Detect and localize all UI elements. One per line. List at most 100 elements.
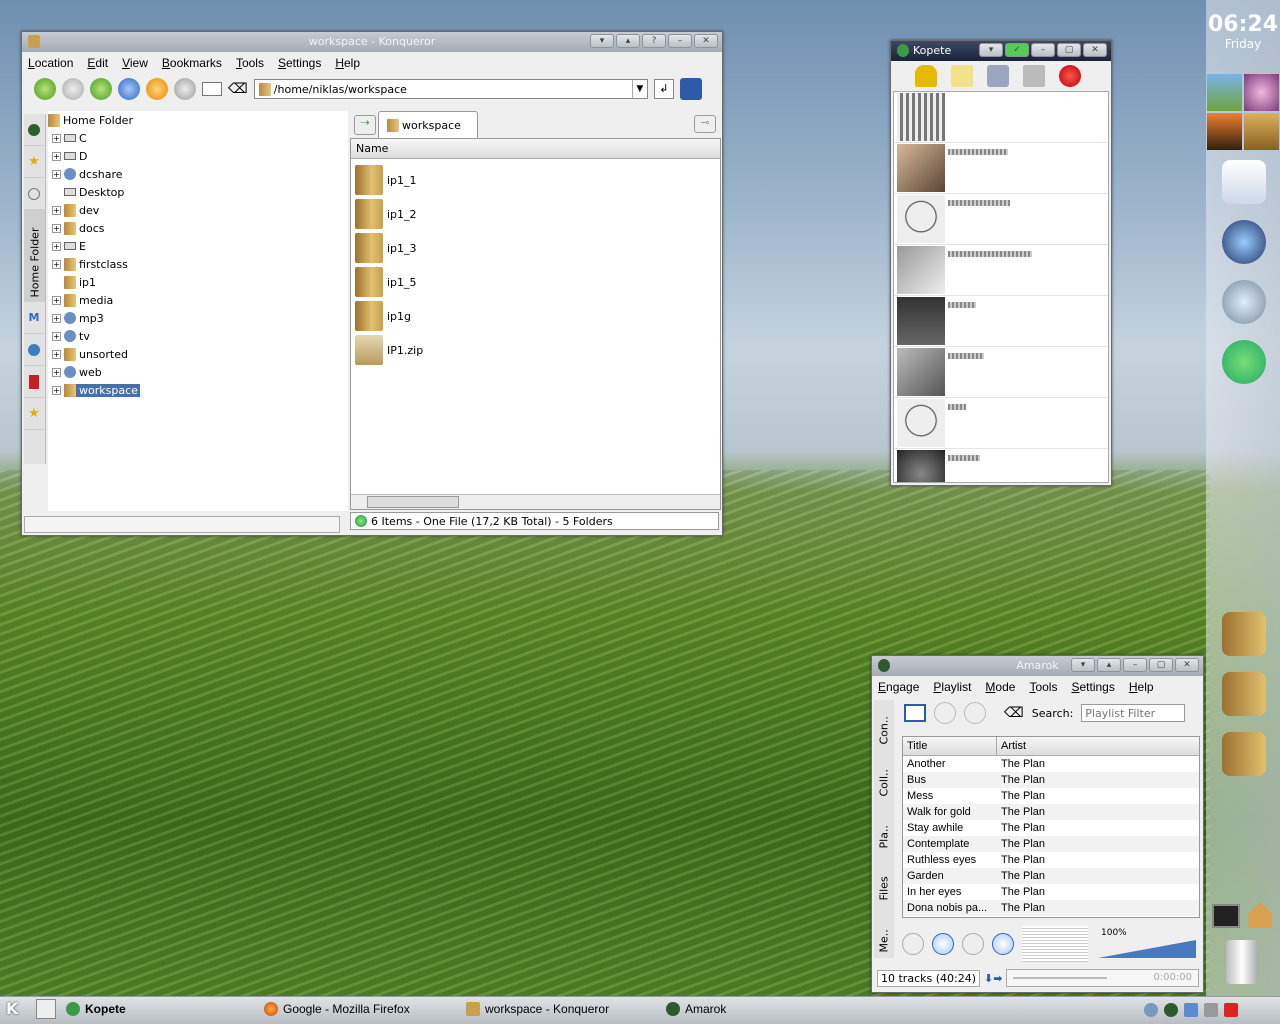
file-item[interactable]: ip1g [351,299,720,333]
expand-icon[interactable]: + [52,133,61,143]
column-title[interactable]: Title [903,737,997,755]
file-item[interactable]: ip1_3 [351,231,720,265]
shade-button[interactable]: ▴ [1097,658,1121,672]
side-tab-playlists[interactable]: Pla.. [874,804,894,856]
menu-view[interactable]: View [122,56,148,70]
playlist-row[interactable]: Another The Plan [903,756,1199,772]
sidebar-tab-media[interactable]: M [24,302,44,334]
edit-icon[interactable] [951,65,973,87]
konqueror-logo-icon[interactable] [679,78,702,100]
tree-item[interactable]: + dcshare [48,165,348,183]
music-folder-icon[interactable] [1222,612,1266,656]
menu-help[interactable]: Help [335,56,360,70]
tree-item-selected[interactable]: + workspace [48,381,348,399]
contact-item[interactable] [894,143,1108,194]
location-dropdown-icon[interactable]: ▼ [631,80,647,98]
contact-item[interactable] [894,449,1108,482]
minimize-button[interactable]: – [668,34,692,48]
seek-slider[interactable]: 0:00:00 [1006,969,1199,987]
column-artist[interactable]: Artist [997,737,1030,755]
task-firefox[interactable]: Google - Mozilla Firefox [264,998,410,1020]
menu-button[interactable]: ▾ [979,43,1003,57]
horizontal-scrollbar[interactable] [351,494,720,509]
amarok-tray-icon[interactable] [1164,1003,1178,1017]
contact-item[interactable] [894,296,1108,347]
sidebar-tab-bookmarks[interactable]: ★ [24,146,44,178]
tree-item[interactable]: + dev [48,201,348,219]
close-tab-icon[interactable]: ⊸ [694,115,716,133]
playlist-row[interactable]: Stay awhile The Plan [903,820,1199,836]
video-folder-icon[interactable] [1222,672,1266,716]
tree-root[interactable]: Home Folder [48,111,348,129]
menu-mode[interactable]: Mode [985,680,1015,694]
tree-item[interactable]: + docs [48,219,348,237]
thunderbird-icon[interactable] [1222,280,1266,324]
contact-item[interactable] [894,194,1108,245]
tree-item[interactable]: ip1 [48,273,348,291]
playlist-row[interactable]: In her eyes The Plan [903,884,1199,900]
reload-icon[interactable] [146,78,168,100]
lock-icon[interactable] [1204,1003,1218,1017]
menu-settings[interactable]: Settings [278,56,321,70]
show-desktop-icon[interactable] [36,999,56,1019]
menu-settings[interactable]: Settings [1071,680,1114,694]
menu-button[interactable]: ▾ [1071,658,1095,672]
expand-icon[interactable]: + [52,313,61,323]
menu-tools[interactable]: Tools [236,56,264,70]
close-button[interactable]: ✕ [1175,658,1199,672]
close-button[interactable]: ✕ [694,34,718,48]
clear-location-icon[interactable]: ⌫ [228,81,248,97]
configure-icon[interactable] [1023,65,1045,87]
task-konqueror[interactable]: workspace - Konqueror [466,998,609,1020]
konqueror-window[interactable]: workspace - Konqueror ▾ ▴? – ✕ Location Edi… [21,31,723,536]
tab-workspace[interactable]: workspace [378,111,478,138]
minimize-button[interactable]: – [1123,658,1147,672]
undo-icon[interactable] [934,702,956,724]
trash-icon[interactable] [1226,940,1258,984]
sidebar-tab-network[interactable] [24,334,44,366]
status-icon[interactable] [915,65,937,87]
tree-item[interactable]: + mp3 [48,309,348,327]
tree-item[interactable]: + E [48,237,348,255]
expand-icon[interactable]: + [52,205,61,215]
tree-item[interactable]: Desktop [48,183,348,201]
playlist-row[interactable]: Garden The Plan [903,868,1199,884]
expand-icon[interactable]: + [52,331,61,341]
menu-tools[interactable]: Tools [1029,680,1057,694]
k-menu-icon[interactable]: K [6,999,26,1019]
menu-button[interactable]: ▾ [590,34,614,48]
previous-icon[interactable] [902,933,924,955]
expand-icon[interactable]: + [52,295,61,305]
sticky-button[interactable]: ✓ [1005,43,1029,57]
amarok-titlebar[interactable]: Amarok ▾ ▴ – ▢ ✕ [872,656,1203,676]
tree-item[interactable]: + tv [48,327,348,345]
file-item[interactable]: IP1.zip [351,333,720,367]
kopete-window[interactable]: Kopete ▾ ✓ – ▢ ✕ [890,40,1112,486]
stop-icon[interactable] [962,933,984,955]
playlist-row[interactable]: Ruthless eyes The Plan [903,852,1199,868]
contacts-icon[interactable] [987,65,1009,87]
sidebar-tab-history[interactable] [24,178,44,210]
menu-bookmarks[interactable]: Bookmarks [162,56,222,70]
menu-engage[interactable]: Engage [878,680,919,694]
column-header-name[interactable]: Name [351,139,720,159]
sidebar-tab-root[interactable] [24,366,44,398]
sidebar-tab-favorites[interactable]: ★ [24,398,44,430]
expand-icon[interactable]: + [52,367,61,377]
tree-item[interactable]: + unsorted [48,345,348,363]
konqueror-titlebar[interactable]: workspace - Konqueror ▾ ▴? – ✕ [22,32,722,52]
volume-slider[interactable]: 100% [1098,928,1198,958]
close-button[interactable]: ✕ [1083,43,1107,57]
forward-icon[interactable] [62,78,84,100]
menu-location[interactable]: Location [28,56,73,70]
playlist-row[interactable]: Walk for gold The Plan [903,804,1199,820]
expand-icon[interactable]: + [52,223,61,233]
tree-item[interactable]: + D [48,147,348,165]
new-tab-icon[interactable]: ⇢ [354,115,376,135]
expand-icon[interactable]: + [52,385,61,395]
volume-icon[interactable] [1144,1003,1158,1017]
amarok-window[interactable]: Amarok ▾ ▴ – ▢ ✕ Engage Playlist Mode Tools … [871,655,1204,993]
expand-icon[interactable]: + [52,259,61,269]
redo-icon[interactable] [964,702,986,724]
photo-frame[interactable] [1207,74,1279,150]
